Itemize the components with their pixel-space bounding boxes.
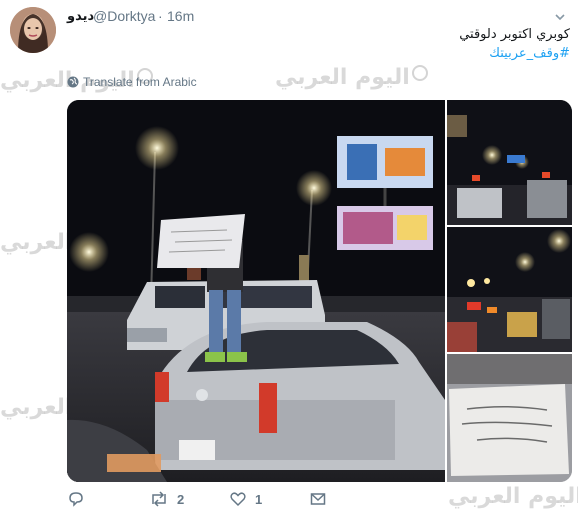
translate-label[interactable]: Translate from Arabic [83,75,197,89]
like-count: 1 [255,491,263,507]
tweet-timestamp[interactable]: 16m [167,8,194,24]
envelope-icon [310,493,326,505]
watermark-logo: اليوم العربي [448,484,578,509]
translate-link[interactable]: Translate from Arabic [67,75,197,89]
photo-traffic-1[interactable] [447,100,572,225]
tweet-actions: 2 1 [67,490,367,512]
reply-button[interactable] [67,490,93,508]
author-name[interactable]: ديدو [67,9,94,24]
time-separator: · [158,8,163,24]
watermark-logo: اليوم العربي [275,65,428,90]
globe-icon [67,76,79,88]
like-button[interactable]: 1 [229,490,262,508]
tweet-text: كوبري اكتوبر دلوقتي [459,27,570,42]
photo-sign[interactable] [447,354,572,482]
hashtag-link[interactable]: #وقف_عربيتك [489,46,570,61]
photo-main[interactable] [67,100,445,482]
retweet-button[interactable]: 2 [149,490,184,508]
author-handle[interactable]: @Dorktya [93,8,155,24]
media-grid [67,100,572,482]
retweet-count: 2 [177,491,185,507]
direct-message-button[interactable] [309,490,327,508]
chevron-down-icon[interactable] [555,12,565,22]
retweet-icon [152,491,166,507]
photo-traffic-2[interactable] [447,227,572,352]
reply-icon [69,492,83,507]
avatar[interactable] [10,7,56,53]
heart-icon [230,492,246,507]
